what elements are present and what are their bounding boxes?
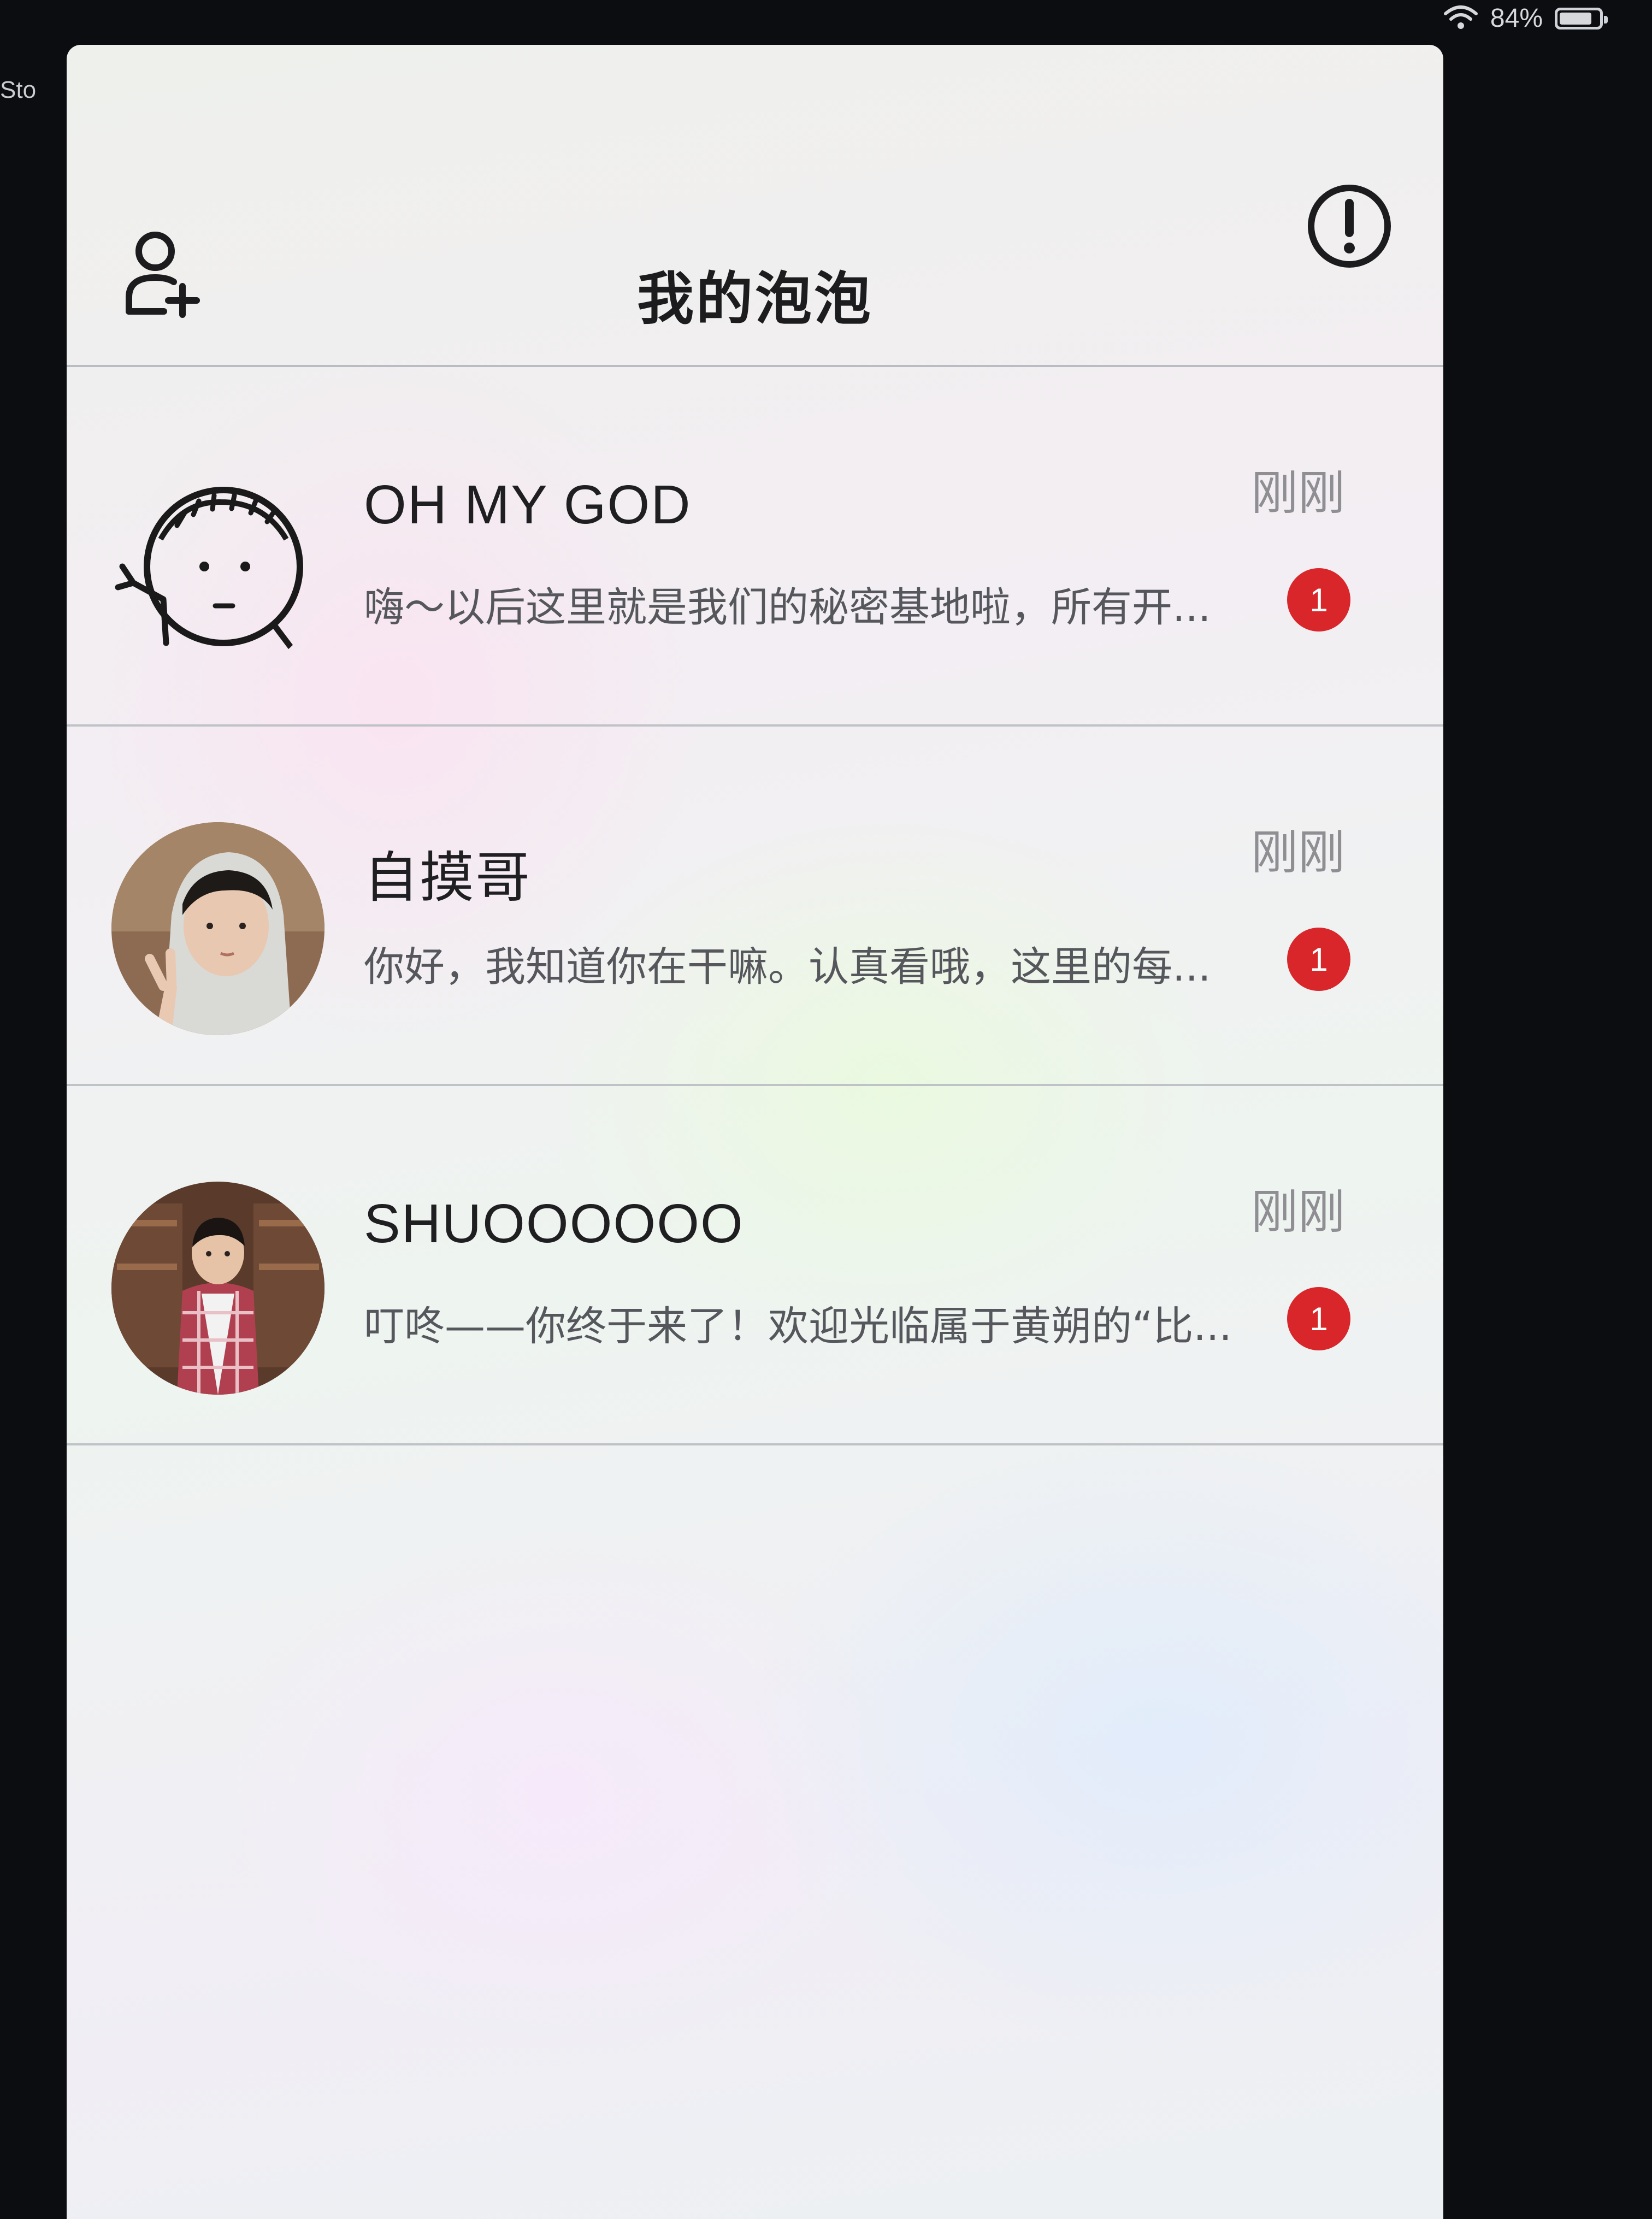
battery-icon — [1555, 7, 1608, 29]
battery-level-fill — [1560, 12, 1591, 25]
exclamation-circle-icon — [1306, 185, 1393, 272]
wifi-icon — [1443, 4, 1478, 33]
chat-preview: 嗨～以后这里就是我们的秘密基地啦，所有开... — [364, 584, 1211, 631]
chat-name: SHUOOOOOO — [364, 1193, 744, 1254]
kid-plaid-shirt-photo-avatar — [111, 1182, 324, 1395]
chat-preview: 叮咚——你终于来了！欢迎光临属于黄朔的“比... — [364, 1303, 1232, 1350]
chat-preview: 你好，我知道你在干嘛。认真看哦，这里的每... — [364, 943, 1211, 990]
chat-row-shuoooooo[interactable]: SHUOOOOOO 刚刚 叮咚——你终于来了！欢迎光临属于黄朔的“比... 1 — [67, 1086, 1443, 1445]
chat-list: OH MY GOD 刚刚 嗨～以后这里就是我们的秘密基地啦，所有开... 1 自… — [67, 367, 1443, 1445]
battery-percentage: 84% — [1490, 4, 1543, 33]
status-bar: Sto 84% — [0, 0, 1652, 103]
unread-badge: 1 — [1287, 1287, 1350, 1350]
status-indicators: 84% — [1443, 3, 1608, 33]
bubble-list-sheet: 我的泡泡 OH MY GOD 刚刚 嗨～以后这里就是我们的秘密基地啦，所有开..… — [67, 45, 1443, 2219]
unread-badge: 1 — [1287, 568, 1350, 632]
chat-name: 自摸哥 — [364, 847, 531, 908]
doodle-boy-avatar — [111, 463, 324, 676]
chat-row-zimoge[interactable]: 自摸哥 刚刚 你好，我知道你在干嘛。认真看哦，这里的每... 1 — [67, 727, 1443, 1086]
chat-time: 刚刚 — [1251, 466, 1345, 521]
chat-time: 刚刚 — [1251, 1185, 1345, 1240]
unread-badge: 1 — [1287, 928, 1350, 991]
chat-time: 刚刚 — [1251, 825, 1345, 880]
background-app-label: Sto — [0, 76, 37, 103]
info-button[interactable] — [1306, 182, 1393, 270]
chat-name: OH MY GOD — [364, 474, 692, 535]
hooded-boy-photo-avatar — [111, 822, 324, 1035]
page-title: 我的泡泡 — [636, 265, 873, 332]
chat-row-oh-my-god[interactable]: OH MY GOD 刚刚 嗨～以后这里就是我们的秘密基地啦，所有开... 1 — [67, 367, 1443, 727]
header: 我的泡泡 — [67, 45, 1443, 367]
